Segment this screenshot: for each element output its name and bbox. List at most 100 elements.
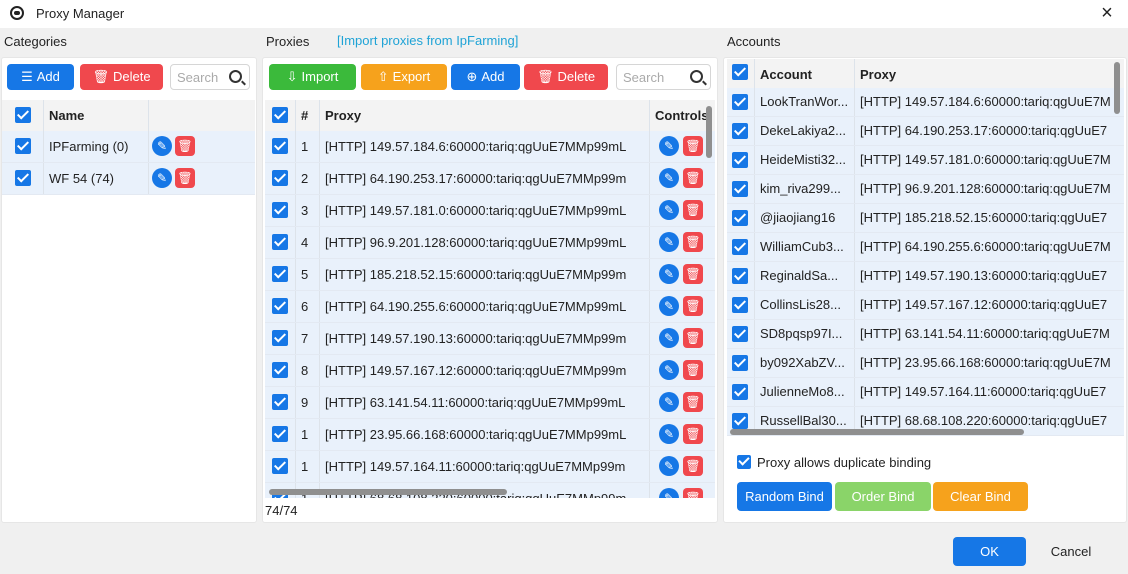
order-bind-button[interactable]: Order Bind bbox=[835, 482, 931, 511]
trash-icon[interactable]: 🗑 bbox=[683, 264, 703, 284]
close-icon[interactable]: × bbox=[1096, 2, 1118, 24]
row-checkbox[interactable] bbox=[272, 266, 288, 282]
trash-icon[interactable]: 🗑 bbox=[683, 488, 703, 498]
add-category-button[interactable]: ☰ Add bbox=[7, 64, 74, 90]
row-checkbox[interactable] bbox=[272, 426, 288, 442]
pencil-icon[interactable]: ✎ bbox=[659, 168, 679, 188]
table-row[interactable]: 4 [HTTP] 96.9.201.128:60000:tariq:qgUuE7M… bbox=[265, 227, 715, 259]
row-checkbox[interactable] bbox=[272, 170, 288, 186]
select-all-checkbox[interactable] bbox=[15, 107, 31, 123]
trash-icon[interactable]: 🗑 bbox=[683, 136, 703, 156]
table-row[interactable]: WF 54 (74) ✎ 🗑 bbox=[2, 163, 255, 195]
table-row[interactable]: ReginaldSa... [HTTP] 149.57.190.13:60000:… bbox=[727, 262, 1124, 291]
pencil-icon[interactable]: ✎ bbox=[152, 168, 172, 188]
table-row[interactable]: WilliamCub3... [HTTP] 64.190.255.6:60000:… bbox=[727, 233, 1124, 262]
table-row[interactable]: HeideMisti32... [HTTP] 149.57.181.0:60000… bbox=[727, 146, 1124, 175]
pencil-icon[interactable]: ✎ bbox=[659, 360, 679, 380]
pencil-icon[interactable]: ✎ bbox=[659, 328, 679, 348]
pencil-icon[interactable]: ✎ bbox=[659, 264, 679, 284]
pencil-icon[interactable]: ✎ bbox=[659, 136, 679, 156]
trash-icon[interactable]: 🗑 bbox=[683, 456, 703, 476]
row-checkbox[interactable] bbox=[732, 413, 748, 429]
row-checkbox[interactable] bbox=[272, 394, 288, 410]
trash-icon[interactable]: 🗑 bbox=[683, 200, 703, 220]
trash-icon[interactable]: 🗑 bbox=[683, 392, 703, 412]
search-icon[interactable] bbox=[229, 70, 242, 83]
table-row[interactable]: 1 [HTTP] 149.57.184.6:60000:tariq:qgUuE7M… bbox=[265, 131, 715, 163]
pencil-icon[interactable]: ✎ bbox=[659, 296, 679, 316]
select-all-checkbox[interactable] bbox=[272, 107, 288, 123]
row-checkbox[interactable] bbox=[732, 181, 748, 197]
row-checkbox[interactable] bbox=[272, 330, 288, 346]
add-proxy-button[interactable]: ⊕ Add bbox=[451, 64, 520, 90]
row-checkbox[interactable] bbox=[732, 94, 748, 110]
pencil-icon[interactable]: ✎ bbox=[659, 488, 679, 498]
pencil-icon[interactable]: ✎ bbox=[659, 424, 679, 444]
select-all-checkbox[interactable] bbox=[732, 64, 748, 80]
table-row[interactable]: 7 [HTTP] 149.57.190.13:60000:tariq:qgUuE7… bbox=[265, 323, 715, 355]
table-row[interactable]: 5 [HTTP] 185.218.52.15:60000:tariq:qgUuE7… bbox=[265, 259, 715, 291]
import-button[interactable]: ⇩ Import bbox=[269, 64, 356, 90]
pencil-icon[interactable]: ✎ bbox=[152, 136, 172, 156]
row-checkbox[interactable] bbox=[15, 170, 31, 186]
table-row[interactable]: JulienneMo8... [HTTP] 149.57.164.11:60000… bbox=[727, 378, 1124, 407]
table-row[interactable]: 9 [HTTP] 63.141.54.11:60000:tariq:qgUuE7M… bbox=[265, 387, 715, 419]
trash-icon[interactable]: 🗑 bbox=[175, 136, 195, 156]
row-checkbox[interactable] bbox=[272, 362, 288, 378]
trash-icon[interactable]: 🗑 bbox=[683, 232, 703, 252]
proxy-search-input[interactable]: Search bbox=[616, 64, 711, 90]
duplicate-binding-checkbox[interactable] bbox=[737, 455, 751, 469]
delete-category-button[interactable]: 🗑 Delete bbox=[80, 64, 163, 90]
row-checkbox[interactable] bbox=[732, 326, 748, 342]
table-row[interactable]: CollinsLis28... [HTTP] 149.57.167.12:6000… bbox=[727, 291, 1124, 320]
cancel-button[interactable]: Cancel bbox=[1036, 537, 1106, 566]
row-checkbox[interactable] bbox=[272, 234, 288, 250]
trash-icon[interactable]: 🗑 bbox=[683, 328, 703, 348]
random-bind-button[interactable]: Random Bind bbox=[737, 482, 832, 511]
proxies-vertical-scrollbar[interactable] bbox=[706, 106, 712, 158]
search-icon[interactable] bbox=[690, 70, 703, 83]
ok-button[interactable]: OK bbox=[953, 537, 1026, 566]
table-row[interactable]: 3 [HTTP] 149.57.181.0:60000:tariq:qgUuE7M… bbox=[265, 195, 715, 227]
row-checkbox[interactable] bbox=[272, 202, 288, 218]
pencil-icon[interactable]: ✎ bbox=[659, 232, 679, 252]
table-row[interactable]: 1 [HTTP] 23.95.66.168:60000:tariq:qgUuE7M… bbox=[265, 419, 715, 451]
trash-icon[interactable]: 🗑 bbox=[683, 168, 703, 188]
table-row[interactable]: LookTranWor... [HTTP] 149.57.184.6:60000:… bbox=[727, 88, 1124, 117]
table-row[interactable]: SD8pqsp97I... [HTTP] 63.141.54.11:60000:t… bbox=[727, 320, 1124, 349]
row-checkbox[interactable] bbox=[15, 138, 31, 154]
pencil-icon[interactable]: ✎ bbox=[659, 392, 679, 412]
import-from-ipfarming-link[interactable]: [Import proxies from IpFarming] bbox=[337, 33, 518, 48]
row-checkbox[interactable] bbox=[732, 239, 748, 255]
row-checkbox[interactable] bbox=[732, 268, 748, 284]
table-row[interactable]: 8 [HTTP] 149.57.167.12:60000:tariq:qgUuE7… bbox=[265, 355, 715, 387]
row-checkbox[interactable] bbox=[272, 298, 288, 314]
table-row[interactable]: kim_riva299... [HTTP] 96.9.201.128:60000:… bbox=[727, 175, 1124, 204]
row-checkbox[interactable] bbox=[732, 123, 748, 139]
table-row[interactable]: IPFarming (0) ✎ 🗑 bbox=[2, 131, 255, 163]
duplicate-binding-option[interactable]: Proxy allows duplicate binding bbox=[737, 455, 931, 470]
table-row[interactable]: @jiaojiang16 [HTTP] 185.218.52.15:60000:t… bbox=[727, 204, 1124, 233]
accounts-vertical-scrollbar[interactable] bbox=[1114, 62, 1120, 114]
pencil-icon[interactable]: ✎ bbox=[659, 456, 679, 476]
accounts-horizontal-scrollbar[interactable] bbox=[730, 429, 1024, 435]
row-checkbox[interactable] bbox=[732, 355, 748, 371]
row-checkbox[interactable] bbox=[272, 138, 288, 154]
trash-icon[interactable]: 🗑 bbox=[683, 424, 703, 444]
trash-icon[interactable]: 🗑 bbox=[683, 296, 703, 316]
proxies-horizontal-scrollbar[interactable] bbox=[269, 489, 507, 495]
export-button[interactable]: ⇧ Export bbox=[361, 64, 447, 90]
row-checkbox[interactable] bbox=[732, 210, 748, 226]
trash-icon[interactable]: 🗑 bbox=[175, 168, 195, 188]
clear-bind-button[interactable]: Clear Bind bbox=[933, 482, 1028, 511]
table-row[interactable]: 1 [HTTP] 149.57.164.11:60000:tariq:qgUuE7… bbox=[265, 451, 715, 483]
row-checkbox[interactable] bbox=[732, 152, 748, 168]
pencil-icon[interactable]: ✎ bbox=[659, 200, 679, 220]
table-row[interactable]: DekeLakiya2... [HTTP] 64.190.253.17:60000… bbox=[727, 117, 1124, 146]
table-row[interactable]: by092XabZV... [HTTP] 23.95.66.168:60000:t… bbox=[727, 349, 1124, 378]
row-checkbox[interactable] bbox=[732, 297, 748, 313]
table-row[interactable]: 2 [HTTP] 64.190.253.17:60000:tariq:qgUuE7… bbox=[265, 163, 715, 195]
row-checkbox[interactable] bbox=[272, 458, 288, 474]
category-search-input[interactable]: Search bbox=[170, 64, 250, 90]
row-checkbox[interactable] bbox=[732, 384, 748, 400]
